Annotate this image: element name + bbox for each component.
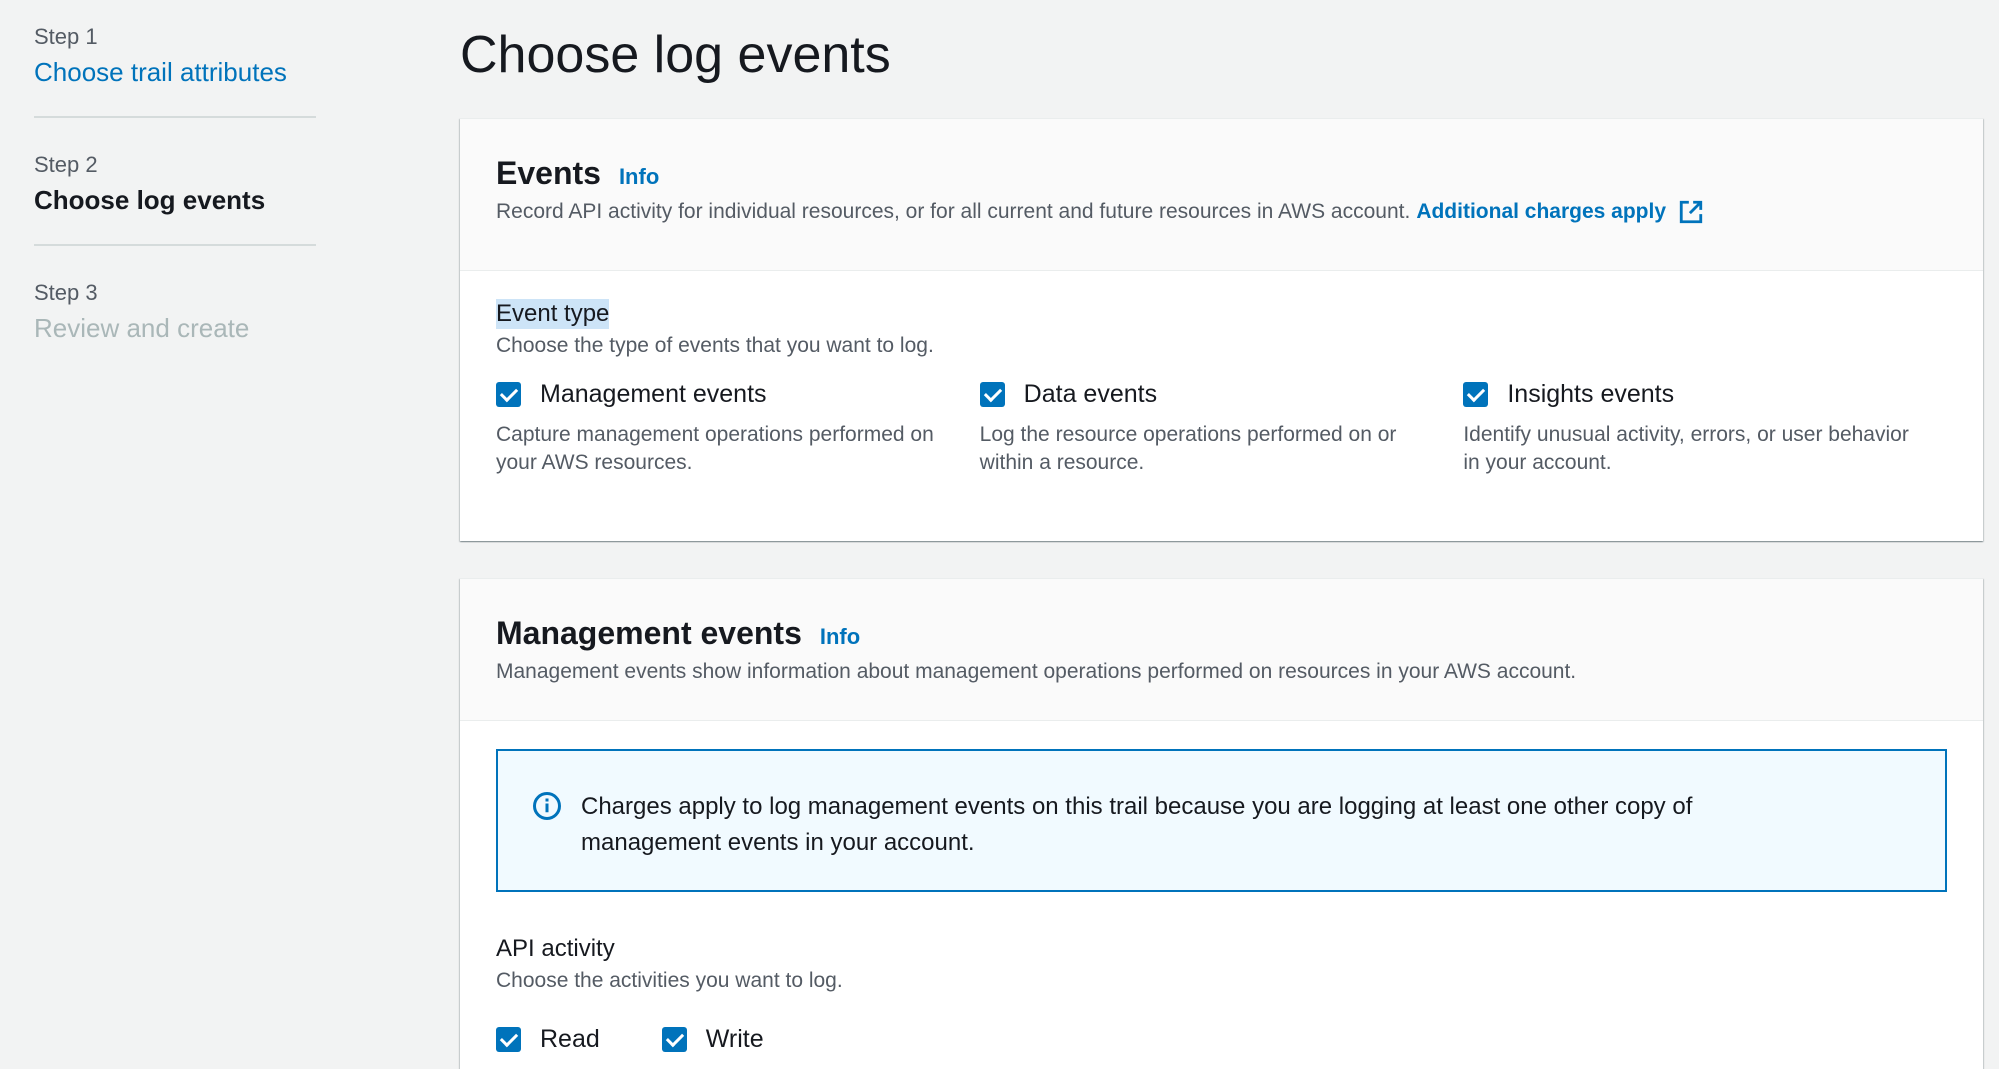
- insights-events-checkbox-row[interactable]: Insights events: [1463, 377, 1947, 411]
- page-title: Choose log events: [460, 26, 891, 84]
- step-number: Step 3: [34, 280, 98, 305]
- api-activity-field: API activity Choose the activities you w…: [496, 934, 1947, 1056]
- step-1: Step 1 Choose trail attributes: [34, 24, 316, 116]
- write-checkbox-row[interactable]: Write: [661, 1022, 764, 1056]
- checkbox-label[interactable]: Read: [540, 1024, 600, 1054]
- additional-charges-label: Additional charges apply: [1416, 200, 1667, 223]
- data-events-checkbox[interactable]: [979, 381, 1005, 407]
- management-events-heading: Management events: [496, 615, 802, 651]
- step-number: Step 2: [34, 152, 98, 177]
- wizard-steps-nav: Step 1 Choose trail attributes Step 2 Ch…: [34, 24, 316, 372]
- event-type-options: Management events Capture management ope…: [496, 377, 1947, 477]
- management-events-description: Management events show information about…: [496, 660, 1577, 683]
- event-type-label: Event type: [496, 299, 610, 329]
- events-description: Record API activity for individual resou…: [496, 200, 1411, 223]
- step-link-choose-trail-attributes[interactable]: Choose trail attributes: [34, 56, 316, 88]
- management-events-checkbox[interactable]: [496, 381, 521, 407]
- events-header: Events Info Record API activity for indi…: [460, 119, 1983, 271]
- management-events-info-link[interactable]: Info: [820, 624, 860, 650]
- events-info-link[interactable]: Info: [619, 164, 659, 190]
- events-description-row: Record API activity for individual resou…: [496, 197, 1947, 227]
- write-checkbox[interactable]: [661, 1026, 687, 1052]
- step-3: Step 3 Review and create: [34, 244, 316, 372]
- insights-events-checkbox[interactable]: [1463, 381, 1489, 407]
- external-link-icon: [1679, 200, 1703, 224]
- step-disabled-review-and-create: Review and create: [34, 313, 250, 343]
- data-events-checkbox-row[interactable]: Data events: [979, 377, 1464, 411]
- management-events-container: Management events Info Management events…: [460, 578, 1983, 1069]
- api-activity-description: Choose the activities you want to log.: [496, 969, 843, 992]
- additional-charges-link[interactable]: Additional charges apply: [1416, 197, 1704, 227]
- api-activity-options: Read Write: [496, 1022, 1947, 1056]
- info-circle-icon: [533, 792, 561, 820]
- management-events-checkbox-row[interactable]: Management events: [496, 377, 980, 411]
- charges-info-alert: Charges apply to log management events o…: [496, 749, 1947, 892]
- events-heading: Events: [496, 155, 601, 191]
- step-current-choose-log-events: Choose log events: [34, 185, 266, 215]
- checkbox-label[interactable]: Write: [706, 1024, 764, 1054]
- checkbox-label[interactable]: Insights events: [1507, 379, 1674, 409]
- option-data-events: Data events Log the resource operations …: [979, 377, 1464, 477]
- read-checkbox[interactable]: [496, 1026, 521, 1052]
- checkbox-label[interactable]: Data events: [1024, 379, 1157, 409]
- option-management-events: Management events Capture management ope…: [496, 377, 980, 477]
- option-description: Identify unusual activity, errors, or us…: [1463, 423, 1909, 474]
- checkbox-label[interactable]: Management events: [540, 379, 767, 409]
- management-events-body: Charges apply to log management events o…: [460, 721, 1983, 1056]
- read-checkbox-row[interactable]: Read: [496, 1022, 600, 1056]
- option-description: Capture management operations performed …: [496, 423, 934, 474]
- step-2: Step 2 Choose log events: [34, 116, 316, 244]
- alert-message: Charges apply to log management events o…: [581, 793, 1693, 856]
- option-description: Log the resource operations performed on…: [979, 423, 1397, 474]
- events-body: Event type Choose the type of events tha…: [460, 271, 1983, 477]
- events-container: Events Info Record API activity for indi…: [460, 118, 1983, 541]
- management-events-header: Management events Info Management events…: [460, 579, 1983, 721]
- event-type-description: Choose the type of events that you want …: [496, 334, 934, 357]
- option-insights-events: Insights events Identify unusual activit…: [1463, 377, 1947, 477]
- step-number: Step 1: [34, 24, 98, 49]
- api-activity-label: API activity: [496, 935, 615, 962]
